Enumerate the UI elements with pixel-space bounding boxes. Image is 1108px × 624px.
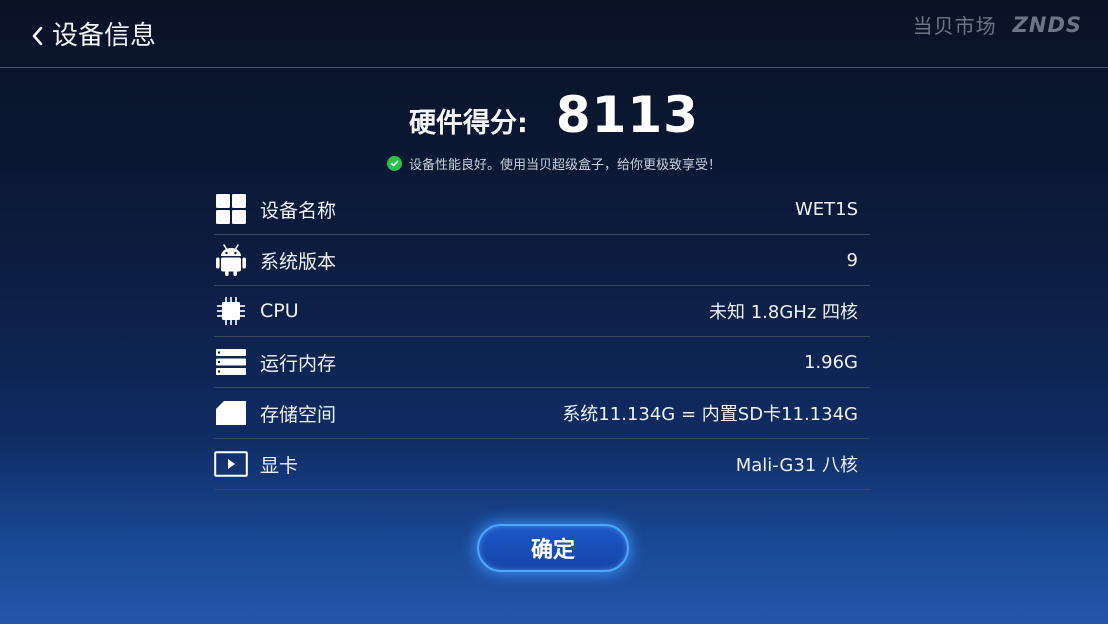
info-value: 9 — [846, 249, 858, 271]
info-label: 设备名称 — [260, 199, 337, 222]
confirm-button[interactable]: 确定 — [477, 524, 629, 572]
info-row-memory: 运行内存 1.96G — [214, 337, 870, 388]
info-value: WET1S — [794, 198, 858, 220]
info-row-device-name: 设备名称 WET1S — [214, 184, 870, 235]
memory-icon — [214, 345, 248, 379]
info-row-system-version: 系统版本 9 — [214, 235, 870, 286]
info-row-cpu: CPU 未知 1.8GHz 四核 — [214, 286, 870, 337]
score-label: 硬件得分: — [409, 108, 528, 139]
android-icon — [214, 243, 248, 277]
back-button[interactable]: 设备信息 — [30, 18, 156, 54]
page-title: 设备信息 — [52, 21, 157, 51]
top-bar: 设备信息 当贝市场 ZNDS — [0, 0, 1108, 68]
info-label: 系统版本 — [260, 250, 337, 273]
info-label: 显卡 — [260, 454, 299, 477]
info-value: 1.96G — [803, 351, 858, 373]
score-value: 8113 — [555, 86, 699, 144]
info-value: 未知 1.8GHz 四核 — [708, 302, 858, 323]
info-value: 系统11.134G = 内置SD卡11.134G — [562, 404, 858, 425]
brand-name-en: ZNDS — [1012, 12, 1082, 37]
device-info-list: 设备名称 WET1S 系统版本 9 CPU 未知 1.8GHz 四核 运行内存 … — [214, 184, 870, 490]
info-label: CPU — [260, 300, 299, 322]
brand-logo: 当贝市场 ZNDS — [913, 10, 1082, 39]
info-row-storage: 存储空间 系统11.134G = 内置SD卡11.134G — [214, 388, 870, 439]
cpu-chip-icon — [214, 294, 248, 328]
performance-tip: 设备性能良好。使用当贝超级盒子，给你更极致享受！ — [0, 154, 1108, 173]
hardware-score: 硬件得分: 8113 — [0, 86, 1108, 144]
brand-name-cn: 当贝市场 — [912, 14, 997, 38]
info-label: 运行内存 — [260, 352, 337, 375]
info-value: Mali-G31 八核 — [735, 455, 858, 476]
windows-icon — [214, 192, 248, 226]
info-label: 存储空间 — [260, 403, 337, 426]
tip-text: 设备性能良好。使用当贝超级盒子，给你更极致享受！ — [408, 158, 721, 173]
play-screen-icon — [214, 447, 248, 481]
chevron-left-icon — [32, 26, 43, 46]
sd-card-icon — [214, 396, 248, 430]
info-row-graphics: 显卡 Mali-G31 八核 — [214, 439, 870, 490]
check-circle-icon — [386, 156, 402, 171]
